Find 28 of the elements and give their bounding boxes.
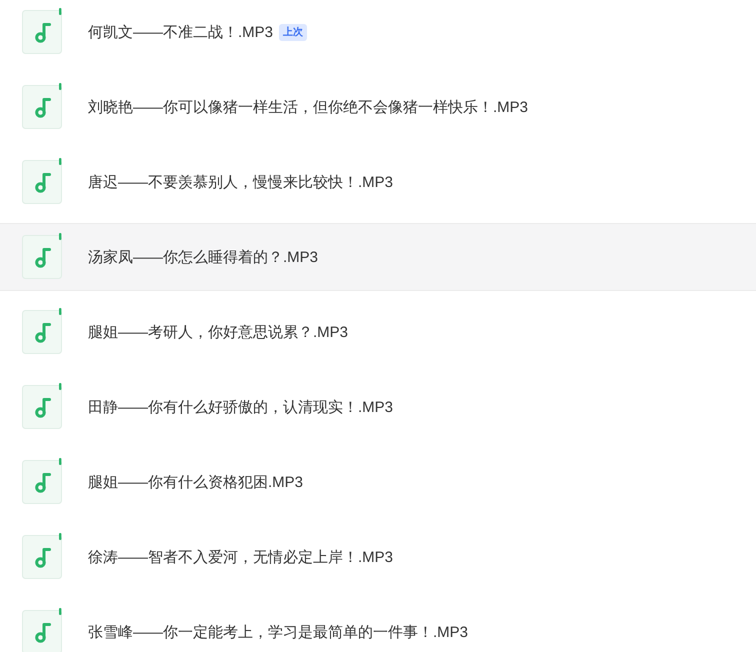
file-row[interactable]: 唐迟——不要羡慕别人，慢慢来比较快！.MP3 — [0, 148, 756, 216]
file-row[interactable]: 徐涛——智者不入爱河，无情必定上岸！.MP3 — [0, 523, 756, 591]
file-row[interactable]: 腿姐——考研人，你好意思说累？.MP3 — [0, 298, 756, 366]
music-file-icon — [22, 458, 64, 504]
file-name: 腿姐——考研人，你好意思说累？.MP3 — [88, 322, 348, 342]
file-name: 腿姐——你有什么资格犯困.MP3 — [88, 472, 304, 492]
file-row[interactable]: 张雪峰——你一定能考上，学习是最简单的一件事！.MP3 — [0, 598, 756, 652]
music-file-icon — [22, 608, 64, 652]
file-row[interactable]: 刘晓艳——你可以像猪一样生活，但你绝不会像猪一样快乐！.MP3 — [0, 73, 756, 141]
last-played-badge: 上次 — [279, 24, 308, 40]
file-row[interactable]: 何凯文——不准二战！.MP3 上次 — [0, 0, 756, 66]
file-name: 汤家凤——你怎么睡得着的？.MP3 — [88, 248, 318, 266]
music-file-icon — [22, 533, 64, 579]
file-row[interactable]: 田静——你有什么好骄傲的，认清现实！.MP3 — [0, 373, 756, 441]
music-file-icon — [22, 383, 64, 429]
music-file-icon — [22, 83, 64, 129]
file-name: 张雪峰——你一定能考上，学习是最简单的一件事！.MP3 — [88, 622, 468, 642]
music-file-icon — [22, 158, 64, 204]
file-row[interactable]: 汤家凤——你怎么睡得着的？.MP3 — [0, 223, 756, 291]
file-name: 刘晓艳——你可以像猪一样生活，但你绝不会像猪一样快乐！.MP3 — [88, 98, 528, 116]
file-name: 何凯文——不准二战！.MP3 — [88, 22, 274, 42]
music-file-icon — [22, 8, 64, 54]
file-row[interactable]: 腿姐——你有什么资格犯困.MP3 — [0, 448, 756, 516]
file-name: 田静——你有什么好骄傲的，认清现实！.MP3 — [88, 398, 394, 416]
music-file-icon — [22, 233, 64, 279]
file-name: 徐涛——智者不入爱河，无情必定上岸！.MP3 — [88, 548, 394, 566]
file-name: 唐迟——不要羡慕别人，慢慢来比较快！.MP3 — [88, 172, 394, 192]
music-file-icon — [22, 308, 64, 354]
